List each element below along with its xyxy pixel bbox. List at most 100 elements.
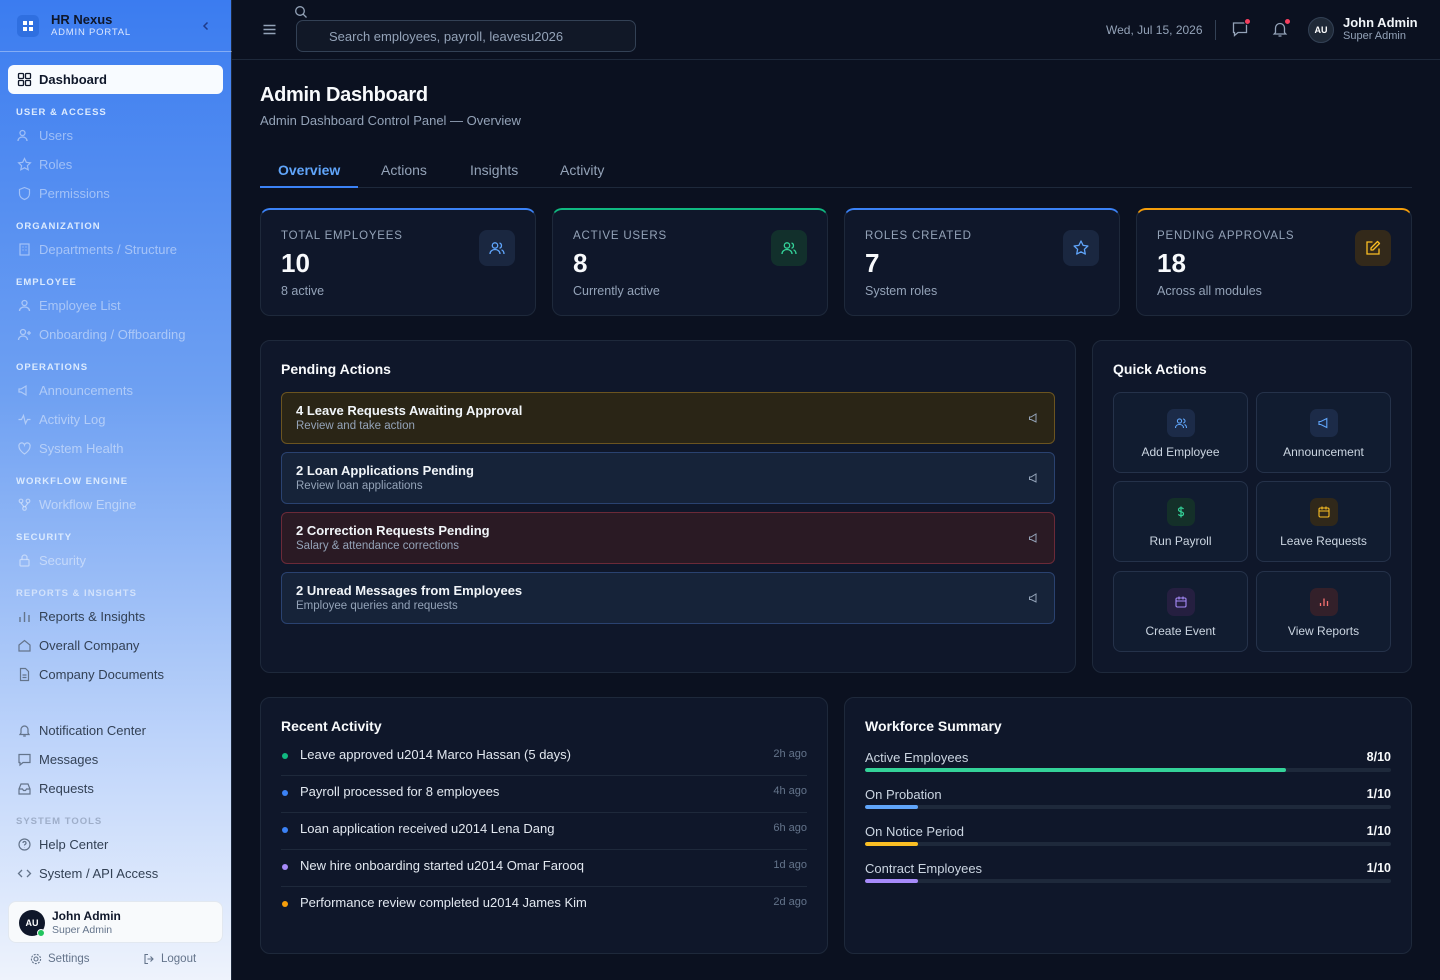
workforce-row: On Probation 1/10 xyxy=(865,784,1391,821)
pending-action-sub: Review and take action xyxy=(296,420,415,432)
workforce-label: Active Employees xyxy=(865,750,969,765)
sidebar-item-notification-center[interactable]: Notification Center xyxy=(8,716,223,745)
sidebar-item-security[interactable]: Security xyxy=(8,546,223,575)
sidebar-item-label: Departments / Structure xyxy=(39,242,177,257)
pending-action-item[interactable]: 2 Loan Applications Pending Review loan … xyxy=(281,452,1055,504)
stat-card-roles-created[interactable]: ROLES CREATED 7 System roles xyxy=(844,208,1120,316)
sidebar-item-system-health[interactable]: System Health xyxy=(8,434,223,463)
section-employee: EMPLOYEE xyxy=(16,277,77,288)
create-event-button[interactable]: Create Event xyxy=(1113,571,1248,652)
sidebar-item-announcements[interactable]: Announcements xyxy=(8,376,223,405)
sidebar-item-system-api[interactable]: System / API Access xyxy=(8,859,223,888)
sidebar-item-help-center[interactable]: Help Center xyxy=(8,830,223,859)
activity-time: 2h ago xyxy=(773,748,807,760)
menu-toggle-button[interactable] xyxy=(262,22,277,37)
tab-overview[interactable]: Overview xyxy=(260,152,359,188)
stat-label: ROLES CREATED xyxy=(865,230,972,242)
users-icon xyxy=(771,230,807,266)
search-input[interactable]: Search employees, payroll, leavesu2026 xyxy=(296,20,636,52)
activity-row[interactable]: Loan application received u2014 Lena Dan… xyxy=(281,813,807,850)
messages-notification-dot xyxy=(1244,18,1251,25)
workforce-value: 1/10 xyxy=(1366,861,1391,875)
megaphone-icon xyxy=(1029,473,1037,483)
quick-action-label: Add Employee xyxy=(1141,445,1220,459)
star-icon xyxy=(1063,230,1099,266)
sidebar-item-employee-list[interactable]: Employee List xyxy=(8,291,223,320)
home-icon xyxy=(18,639,31,652)
collapse-sidebar-button[interactable] xyxy=(198,18,214,34)
grid-icon xyxy=(17,72,32,87)
run-payroll-button[interactable]: Run Payroll xyxy=(1113,481,1248,562)
progress-track xyxy=(865,879,1391,883)
sidebar-item-reports[interactable]: Reports & Insights xyxy=(8,602,223,631)
tab-insights[interactable]: Insights xyxy=(452,152,536,188)
page-subtitle: Admin Dashboard Control Panel — Overview xyxy=(260,113,521,128)
section-operations: OPERATIONS xyxy=(16,362,89,373)
leave-requests-button[interactable]: Leave Requests xyxy=(1256,481,1391,562)
workforce-value: 1/10 xyxy=(1366,787,1391,801)
activity-text: Performance review completed u2014 James… xyxy=(300,895,587,910)
sidebar-user-card[interactable]: AU John Admin Super Admin xyxy=(8,901,223,943)
settings-link[interactable]: Settings xyxy=(30,953,90,965)
announcement-button[interactable]: Announcement xyxy=(1256,392,1391,473)
activity-row[interactable]: New hire onboarding started u2014 Omar F… xyxy=(281,850,807,887)
tab-actions[interactable]: Actions xyxy=(363,152,445,188)
stat-value: 8 xyxy=(573,248,588,278)
sidebar-item-label: Workflow Engine xyxy=(39,497,137,512)
logout-icon xyxy=(144,953,154,965)
notifications-dot xyxy=(1284,18,1291,25)
stat-value: 7 xyxy=(865,248,880,278)
activity-row[interactable]: Leave approved u2014 Marco Hassan (5 day… xyxy=(281,739,807,776)
sidebar-item-messages[interactable]: Messages xyxy=(8,745,223,774)
section-reports: REPORTS & INSIGHTS xyxy=(16,588,137,599)
sidebar-item-roles[interactable]: Roles xyxy=(8,150,223,179)
message-icon xyxy=(18,753,31,767)
sidebar-item-users[interactable]: Users xyxy=(8,121,223,150)
stat-card-active-users[interactable]: ACTIVE USERS 8 Currently active xyxy=(552,208,828,316)
sidebar-item-label: Security xyxy=(39,553,86,568)
pending-action-item[interactable]: 2 Correction Requests Pending Salary & a… xyxy=(281,512,1055,564)
activity-row[interactable]: Performance review completed u2014 James… xyxy=(281,887,807,924)
quick-action-label: Create Event xyxy=(1145,624,1216,638)
view-reports-button[interactable]: View Reports xyxy=(1256,571,1391,652)
stat-card-pending-approvals[interactable]: PENDING APPROVALS 18 Across all modules xyxy=(1136,208,1412,316)
add-employee-button[interactable]: Add Employee xyxy=(1113,392,1248,473)
sidebar-item-onboarding[interactable]: Onboarding / Offboarding xyxy=(8,320,223,349)
activity-text: Leave approved u2014 Marco Hassan (5 day… xyxy=(300,747,571,762)
workforce-value: 8/10 xyxy=(1366,750,1391,764)
sidebar-item-label: Requests xyxy=(39,781,94,796)
section-user-access: USER & ACCESS xyxy=(16,107,107,118)
stat-sub: Currently active xyxy=(573,284,660,298)
sidebar-item-departments[interactable]: Departments / Structure xyxy=(8,235,223,264)
sidebar-item-overall-company[interactable]: Overall Company xyxy=(8,631,223,660)
pending-action-sub: Employee queries and requests xyxy=(296,600,458,612)
activity-row[interactable]: Payroll processed for 8 employees 4h ago xyxy=(281,776,807,813)
tab-activity[interactable]: Activity xyxy=(542,152,622,188)
sidebar-item-requests[interactable]: Requests xyxy=(8,774,223,803)
online-status-dot xyxy=(37,929,45,937)
user-role: Super Admin xyxy=(52,924,113,936)
workflow-icon xyxy=(18,498,31,511)
progress-track xyxy=(865,842,1391,846)
sidebar-item-activity-log[interactable]: Activity Log xyxy=(8,405,223,434)
sidebar-item-company-documents[interactable]: Company Documents xyxy=(8,660,223,689)
megaphone-icon xyxy=(1029,533,1037,543)
stat-card-total-employees[interactable]: TOTAL EMPLOYEES 10 8 active xyxy=(260,208,536,316)
recent-activity-panel: Recent Activity Leave approved u2014 Mar… xyxy=(260,697,828,954)
sidebar-item-workflow-engine[interactable]: Workflow Engine xyxy=(8,490,223,519)
sidebar-item-dashboard[interactable]: Dashboard xyxy=(8,65,223,94)
dollar-icon xyxy=(1167,498,1195,526)
stat-label: PENDING APPROVALS xyxy=(1157,230,1295,242)
pending-action-item[interactable]: 4 Leave Requests Awaiting Approval Revie… xyxy=(281,392,1055,444)
user-name[interactable]: John Admin xyxy=(1343,15,1418,30)
pending-action-item[interactable]: 2 Unread Messages from Employees Employe… xyxy=(281,572,1055,624)
avatar[interactable]: AU xyxy=(1308,17,1334,43)
sidebar-item-label: Permissions xyxy=(39,186,110,201)
calendar-icon xyxy=(1167,588,1195,616)
lock-icon xyxy=(19,554,30,567)
brand-name: HR Nexus xyxy=(51,12,113,27)
logout-link[interactable]: Logout xyxy=(143,953,196,965)
sidebar-item-permissions[interactable]: Permissions xyxy=(8,179,223,208)
code-icon xyxy=(17,869,32,878)
